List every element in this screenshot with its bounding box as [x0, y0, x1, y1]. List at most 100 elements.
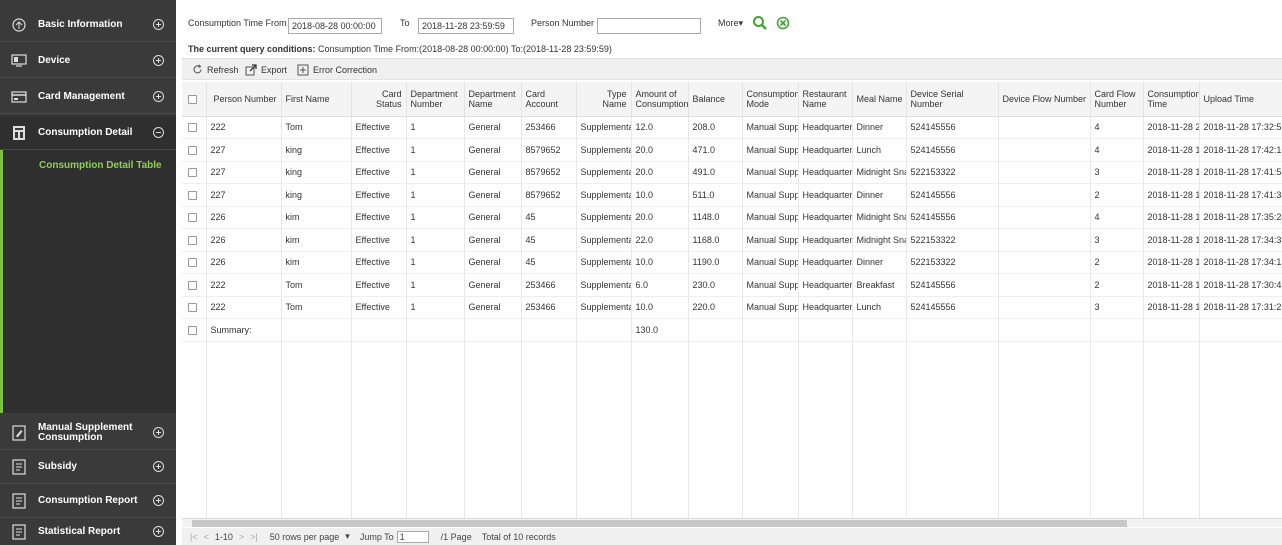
column-header[interactable]: Device Serial Number	[906, 82, 999, 117]
menu-consumption-detail[interactable]: Consumption Detail	[0, 116, 176, 150]
select-all-checkbox[interactable]	[188, 94, 197, 104]
row-checkbox[interactable]	[188, 235, 197, 245]
menu-subsidy[interactable]: Subsidy	[0, 450, 176, 484]
empty-cell	[351, 386, 407, 409]
column-header[interactable]: Department Name	[464, 82, 522, 117]
horizontal-scrollbar[interactable]	[182, 518, 1282, 527]
table-row[interactable]: 226kimEffective1General45Supplementary20…	[182, 206, 1282, 229]
more-dropdown[interactable]: More▾	[718, 18, 743, 29]
menu-basic-information[interactable]: Basic Information	[0, 8, 176, 42]
expand-icon[interactable]	[153, 19, 164, 30]
empty-cell	[688, 431, 743, 454]
menu-card-management[interactable]: Card Management	[0, 80, 176, 114]
table-cell: Effective	[351, 273, 407, 297]
empty-cell	[521, 408, 577, 431]
table-row[interactable]: 227 king Effective 1 General 8579652 Supplemen…	[182, 138, 1282, 162]
next-page-button[interactable]: >	[239, 532, 244, 542]
row-checkbox[interactable]	[188, 325, 197, 335]
empty-cell	[351, 408, 407, 431]
column-header[interactable]: Upload Time	[1199, 82, 1282, 117]
table-row[interactable]: 222TomEffective1General253466Supplementa…	[182, 116, 1282, 139]
empty-cell	[688, 453, 743, 476]
scrollbar-thumb[interactable]	[192, 520, 1127, 527]
filter-bar: Consumption Time From 2018-08-28 00:00:0…	[182, 12, 1282, 34]
column-header[interactable]: Type Name	[576, 82, 632, 117]
empty-cell	[906, 408, 999, 431]
person-number-input[interactable]	[597, 18, 701, 34]
column-header[interactable]: Consumption Mode	[742, 82, 799, 117]
column-header[interactable]: Consumption Time	[1143, 82, 1200, 117]
table-cell: 2018-11-28 17:34:33	[1199, 228, 1282, 252]
expand-icon[interactable]	[153, 526, 164, 537]
row-checkbox[interactable]	[188, 258, 197, 268]
row-checkbox[interactable]	[188, 190, 197, 200]
jump-to-input[interactable]: 1	[396, 530, 429, 543]
clear-icon[interactable]	[776, 16, 790, 32]
collapse-icon[interactable]	[153, 127, 164, 138]
expand-icon[interactable]	[153, 427, 164, 438]
table-cell: Headquarters	[798, 138, 853, 162]
row-checkbox[interactable]	[188, 123, 197, 133]
menu-consumption-report[interactable]: Consumption Report	[0, 484, 176, 518]
submenu-consumption-detail-table[interactable]: Consumption Detail Table	[39, 160, 162, 171]
table-cell: 2018-11-28 17:42:16	[1199, 138, 1282, 162]
menu-statistical-report[interactable]: Statistical Report	[0, 518, 176, 545]
table-row[interactable]: 226kimEffective1General45Supplementary10…	[182, 251, 1282, 274]
empty-cell	[852, 341, 907, 364]
empty-cell	[1199, 363, 1282, 386]
table-cell: General	[464, 116, 522, 139]
column-header[interactable]: Card Status	[351, 82, 407, 117]
table-row[interactable]: 227 king Effective 1 General 8579652 Supplemen…	[182, 161, 1282, 184]
chevron-down-icon[interactable]: ▾	[345, 531, 350, 542]
empty-cell	[182, 453, 207, 476]
empty-cell	[521, 431, 577, 454]
first-page-button[interactable]: |<	[190, 532, 198, 542]
error-correction-button[interactable]: Error Correction	[297, 64, 377, 76]
menu-manual-supplement-consumption[interactable]: Manual Supplement Consumption	[0, 416, 176, 450]
export-button[interactable]: Export	[245, 64, 287, 76]
menu-device[interactable]: Device	[0, 44, 176, 78]
search-icon[interactable]	[752, 15, 768, 33]
row-checkbox[interactable]	[188, 145, 197, 155]
column-header[interactable]: Meal Name	[852, 82, 907, 117]
expand-icon[interactable]	[153, 91, 164, 102]
empty-cell	[464, 476, 522, 499]
table-cell	[998, 161, 1091, 184]
column-header[interactable]: Balance	[688, 82, 743, 117]
table-row[interactable]: 227 king Effective 1 General 8579652 Supplemen…	[182, 183, 1282, 207]
row-checkbox[interactable]	[188, 168, 197, 178]
table-row[interactable]: 222TomEffective1General253466Supplementa…	[182, 273, 1282, 297]
column-header[interactable]: Person Number	[206, 82, 282, 117]
column-header[interactable]: Amount of Consumption	[631, 82, 689, 117]
row-checkbox[interactable]	[188, 213, 197, 223]
row-checkbox[interactable]	[188, 280, 197, 290]
table-row[interactable]: 222TomEffective1General253466Supplementa…	[182, 296, 1282, 319]
pagination-bar: |< < 1-10 > >| 50 rows per page ▾ Jump T…	[182, 528, 1282, 545]
column-header[interactable]: First Name	[281, 82, 352, 117]
table-row[interactable]: 226kimEffective1General45Supplementary22…	[182, 228, 1282, 252]
table-cell: 2018-11-28 17:41:53	[1199, 161, 1282, 184]
last-page-button[interactable]: >|	[250, 532, 258, 542]
prev-page-button[interactable]: <	[204, 532, 209, 542]
table-cell: Manual Supplement	[742, 228, 799, 252]
column-header[interactable]: Department Number	[406, 82, 465, 117]
empty-cell	[631, 453, 689, 476]
column-header[interactable]: Card Flow Number	[1090, 82, 1144, 117]
time-from-input[interactable]: 2018-08-28 00:00:00	[288, 18, 382, 34]
column-header[interactable]: Card Account	[521, 82, 577, 117]
column-header[interactable]: Device Flow Number	[998, 82, 1091, 117]
expand-icon[interactable]	[153, 55, 164, 66]
empty-cell	[1199, 476, 1282, 499]
empty-cell	[1199, 408, 1282, 431]
table-cell: 522153322	[906, 161, 999, 184]
column-header[interactable]: Restaurant Name	[798, 82, 853, 117]
table-cell: 3	[1090, 161, 1144, 184]
rows-per-page-select[interactable]: 50 rows per page	[270, 532, 340, 542]
expand-icon[interactable]	[153, 461, 164, 472]
table-cell: 4	[1090, 206, 1144, 229]
expand-icon[interactable]	[153, 495, 164, 506]
row-checkbox[interactable]	[188, 303, 197, 313]
time-to-input[interactable]: 2018-11-28 23:59:59	[418, 18, 514, 34]
table-cell	[798, 318, 853, 342]
refresh-button[interactable]: Refresh	[192, 64, 239, 75]
